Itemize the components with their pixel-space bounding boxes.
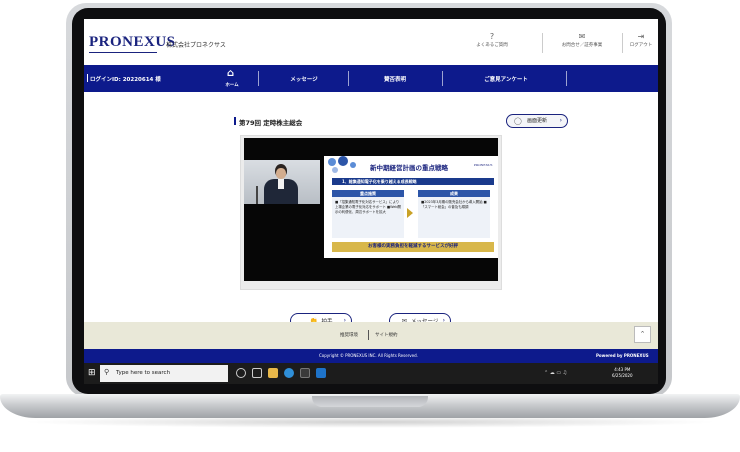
edge-icon[interactable] [284,368,294,378]
slide-column-text: ■2023年3月期の販売会社から導入開始 ■「スマート総会」の普及も順調 [421,200,487,209]
slide-section-bar: 1、総集通知電子化を乗り越える成長戦略 [332,178,494,185]
slide-arrow-icon [407,208,413,218]
nav-item-vote[interactable]: 賛否表明 [350,65,440,92]
laptop-notch [312,396,428,407]
clock-date: 6/25/2020 [612,373,633,378]
slide-brand: PRONEXUS [474,163,493,167]
faq-label: よくあるご質問 [476,43,508,48]
slide-column-head: 重点施策 [332,190,404,197]
nav-vote-label: 賛否表明 [383,77,406,83]
windows-start-icon[interactable]: ⊞ [88,368,96,378]
question-icon: ? [489,32,495,41]
copyright-text: Copyright © PRONEXUS INC. All Rights Res… [319,353,418,358]
site-footer: 推奨環境 サイト規約 ⌃ [84,322,658,349]
microphone-icon [256,186,258,204]
logout-label: ログアウト [629,43,653,48]
mail-icon: ✉ [578,32,586,41]
system-tray[interactable]: ⌃ ☁ ▭ ♫ [544,370,567,376]
header-divider [622,33,623,53]
speaker-shirt [278,179,284,189]
logout-icon: ⇥ [637,32,645,41]
footer-link-terms[interactable]: サイト規約 [375,332,398,338]
presentation-slide: 新中期経営計画の重点戦略 PRONEXUS 1、総集通知電子化を乗り越える成長戦… [324,156,498,258]
home-icon: ⌂ [227,68,235,79]
task-view-icon[interactable] [252,368,262,378]
chevron-right-icon: › [559,117,562,124]
nav-divider [442,71,443,86]
contact-label: お問合せ／証券事業 [561,43,603,48]
mail-app-icon[interactable] [316,368,326,378]
live-video-player[interactable]: 新中期経営計画の重点戦略 PRONEXUS 1、総集通知電子化を乗り越える成長戦… [244,138,498,281]
nav-item-message[interactable]: メッセージ [264,65,344,92]
footer-divider [368,330,369,340]
nav-message-label: メッセージ [290,77,318,83]
speaker-feed [244,160,320,204]
file-explorer-icon[interactable] [268,368,278,378]
nav-divider [348,71,349,86]
logout-link[interactable]: ⇥ ログアウト [626,32,656,48]
speaker-face [276,168,286,179]
contact-link[interactable]: ✉ お問合せ／証券事業 [552,32,612,48]
nav-home-label: ホーム [225,83,239,88]
main-content: 第79回 定時株主総会 ◯ 画面更新 › 新中期経営計画の重点戦略 PRONEX… [84,92,658,329]
windows-taskbar: ⊞ ⚲ Type here to search ⌃ ☁ ▭ ♫ 4:43 PM … [84,363,658,384]
cortana-icon[interactable] [236,368,246,378]
nav-survey-label: ご意見アンケート [484,77,528,83]
slide-banner: お客様の実務負担を軽減するサービスが好評 [332,242,494,252]
screen: PRONEXUS 株式会社プロネクサス ? よくあるご質問 ✉ お問合せ／証券事… [84,19,658,384]
company-name: 株式会社プロネクサス [166,42,226,49]
header-divider [542,33,543,53]
nav-divider [566,71,567,86]
refresh-button[interactable]: ◯ 画面更新 › [506,114,568,128]
laptop-mockup: PRONEXUS 株式会社プロネクサス ? よくあるご質問 ✉ お問合せ／証券事… [0,0,740,452]
page-title: 第79回 定時株主総会 [234,117,302,127]
footer-link-environment[interactable]: 推奨環境 [340,332,358,338]
login-id: ログインID: 20220614 様 [87,74,161,83]
slide-column-results: 成果 ■2023年3月期の販売会社から導入開始 ■「スマート総会」の普及も順調 [418,190,490,238]
slide-column-initiatives: 重点施策 ■「招集通知電子化対応サービス」により上場企業の電子化対応をサポート … [332,190,404,238]
refresh-icon: ◯ [514,117,522,125]
main-nav: ログインID: 20220614 様 ⌂ ホーム メッセージ 賛否表明 ご意見ア… [84,65,658,92]
search-icon: ⚲ [104,368,110,376]
copyright-bar: Copyright © PRONEXUS INC. All Rights Res… [84,349,658,363]
logo-underline [89,52,157,53]
nav-item-survey[interactable]: ご意見アンケート [446,65,566,92]
faq-link[interactable]: ? よくあるご質問 [470,32,514,48]
pronexus-logo[interactable]: PRONEXUS [89,34,176,51]
nav-item-home[interactable]: ⌂ ホーム [212,65,252,92]
refresh-label: 画面更新 [526,118,547,124]
site-header: PRONEXUS 株式会社プロネクサス ? よくあるご質問 ✉ お問合せ／証券事… [84,19,658,63]
taskbar-search[interactable]: ⚲ Type here to search [100,365,228,382]
powered-by: Powered by PRONEXUS [596,353,649,358]
back-to-top-button[interactable]: ⌃ [634,326,651,343]
search-placeholder: Type here to search [116,370,171,376]
slide-title: 新中期経営計画の重点戦略 [370,164,448,172]
slide-column-text: ■「招集通知電子化対応サービス」により上場企業の電子化対応をサポート ■Web開… [335,200,401,214]
nav-divider [258,71,259,86]
store-icon[interactable] [300,368,310,378]
slide-column-head: 成果 [418,190,490,197]
taskbar-clock[interactable]: 4:43 PM 6/25/2020 [612,367,633,379]
slide-decoration [324,156,364,178]
